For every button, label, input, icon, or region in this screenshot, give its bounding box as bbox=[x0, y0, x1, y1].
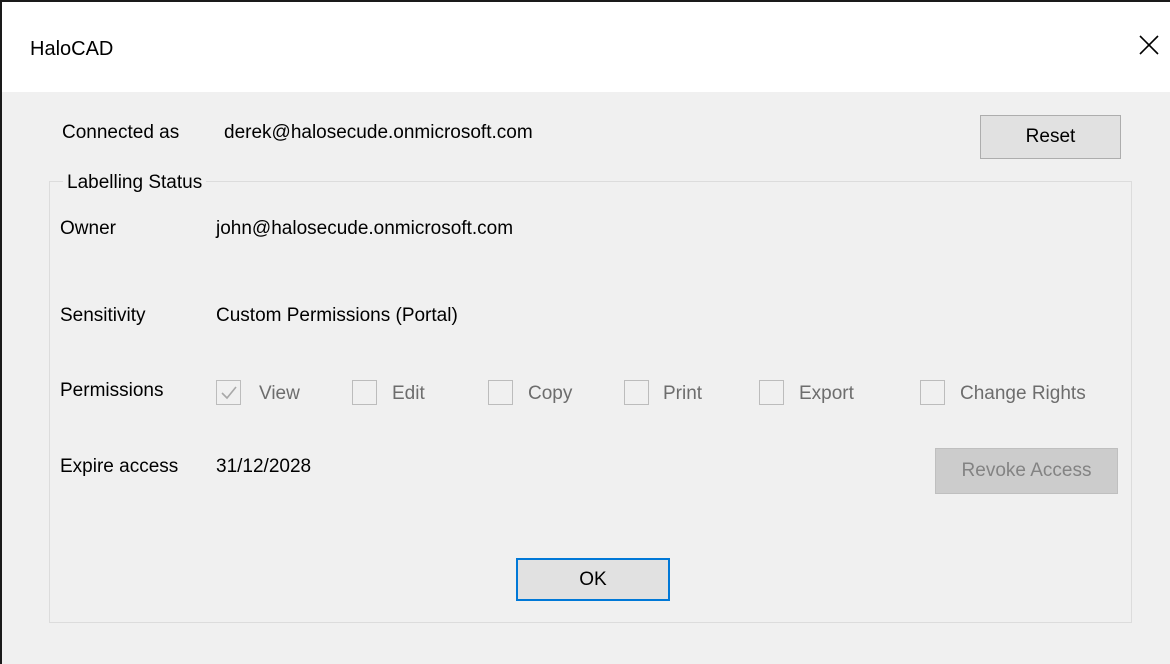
owner-label: Owner bbox=[60, 218, 116, 239]
title-bar: HaloCAD bbox=[2, 2, 1170, 92]
connected-as-value: derek@halosecude.onmicrosoft.com bbox=[224, 122, 533, 143]
edit-checkbox[interactable] bbox=[352, 380, 377, 405]
change-rights-checkbox-label: Change Rights bbox=[960, 383, 1086, 404]
edit-checkbox-label: Edit bbox=[392, 383, 425, 404]
expire-access-label: Expire access bbox=[60, 456, 179, 477]
view-checkbox-label: View bbox=[259, 383, 300, 404]
ok-button[interactable]: OK bbox=[516, 558, 670, 601]
export-checkbox-label: Export bbox=[799, 383, 854, 404]
checkmark-icon bbox=[221, 386, 237, 400]
change-rights-checkbox[interactable] bbox=[920, 380, 945, 405]
sensitivity-label: Sensitivity bbox=[60, 305, 146, 326]
dialog-window: HaloCAD Connected as derek@halosecude.on… bbox=[0, 0, 1170, 664]
connected-as-label: Connected as bbox=[62, 122, 180, 143]
export-checkbox[interactable] bbox=[759, 380, 784, 405]
labelling-status-title: Labelling Status bbox=[63, 172, 207, 194]
window-title: HaloCAD bbox=[30, 38, 114, 60]
sensitivity-value: Custom Permissions (Portal) bbox=[216, 305, 458, 326]
revoke-access-button[interactable]: Revoke Access bbox=[935, 448, 1118, 494]
copy-checkbox[interactable] bbox=[488, 380, 513, 405]
reset-button[interactable]: Reset bbox=[980, 115, 1121, 159]
permissions-label: Permissions bbox=[60, 380, 164, 401]
print-checkbox[interactable] bbox=[624, 380, 649, 405]
expire-access-value: 31/12/2028 bbox=[216, 456, 312, 477]
copy-checkbox-label: Copy bbox=[528, 383, 573, 404]
view-checkbox[interactable] bbox=[216, 380, 241, 405]
close-icon bbox=[1139, 35, 1159, 55]
close-button[interactable] bbox=[1132, 28, 1166, 62]
owner-value: john@halosecude.onmicrosoft.com bbox=[216, 218, 514, 239]
print-checkbox-label: Print bbox=[663, 383, 703, 404]
